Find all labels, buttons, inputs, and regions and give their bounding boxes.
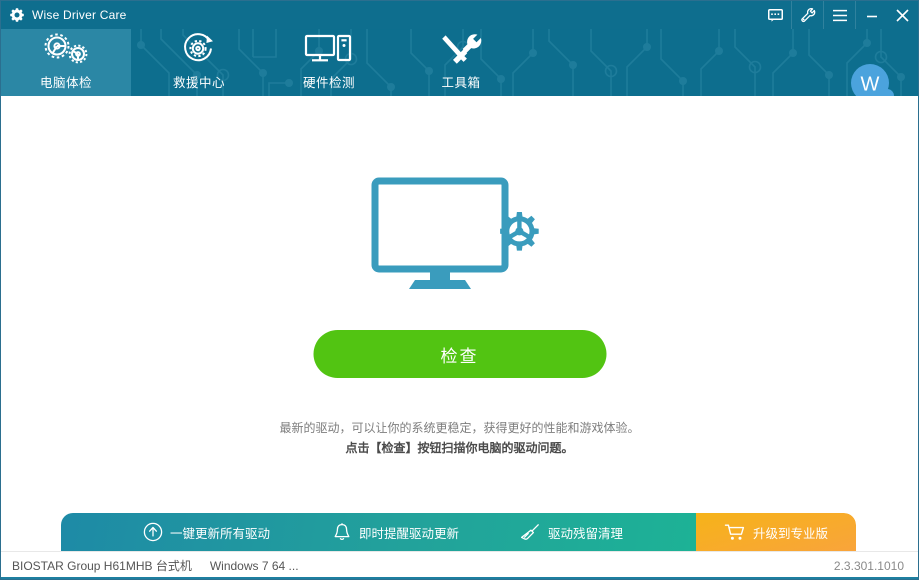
action-bar: 一键更新所有驱动 即时提醒驱动更新 驱动残留清理 升级到专业版 [61,513,856,551]
upgrade-label: 升级到专业版 [752,526,828,541]
minimize-button[interactable] [856,1,887,29]
action-label: 驱动残留清理 [548,526,624,541]
sidebar-item-label: 救援中心 [172,76,225,90]
broom-icon [519,522,541,542]
driver-update-reminder-button[interactable]: 即时提醒驱动更新 [328,513,463,551]
action-label: 一键更新所有驱动 [170,526,271,541]
message-bubble-icon [768,8,783,22]
hamburger-menu-icon [832,9,848,22]
description-line-1: 最新的驱动，可以让你的系统更稳定，获得更好的性能和游戏体验。 [279,421,640,435]
minimize-icon [865,9,879,21]
scan-button[interactable]: 检查 [313,330,606,378]
bell-icon [332,522,352,542]
header-navigation-bar: 电脑体检 救援中心 硬件检测 工具箱 W [1,29,918,96]
close-button[interactable] [887,1,918,29]
sidebar-item-pc-checkup[interactable]: 电脑体检 [1,29,131,96]
wise-driver-care-window: Wise Driver Care 电脑体检 救援中心 硬件检测 工具箱 W 检查… [0,0,919,580]
status-operating-system: Windows 7 64 ... [209,558,299,573]
shopping-cart-icon [724,522,746,542]
window-title: Wise Driver Care [32,8,127,22]
sidebar-item-hardware-detect[interactable]: 硬件检测 [264,29,394,96]
user-avatar[interactable]: W [851,64,895,96]
sidebar-item-label: 工具箱 [441,76,481,90]
sidebar-item-toolbox[interactable]: 工具箱 [396,29,526,96]
menu-button[interactable] [824,1,855,29]
action-bar-left: 一键更新所有驱动 即时提醒驱动更新 驱动残留清理 [61,513,696,551]
gear-restore-icon [177,33,221,66]
svg-text:W: W [861,74,880,96]
window-bottom-edge [1,577,918,579]
status-machine-model: BIOSTAR Group H61MHB 台式机 [12,559,192,573]
title-bar-left: Wise Driver Care [1,7,127,23]
driver-residue-cleanup-button[interactable]: 驱动残留清理 [515,513,627,551]
main-content: 检查 最新的驱动，可以让你的系统更稳定，获得更好的性能和游戏体验。 点击【检查】… [1,96,918,506]
settings-button[interactable] [792,1,823,29]
up-arrow-circle-icon [143,522,163,542]
title-bar: Wise Driver Care [1,1,918,29]
sidebar-item-label: 电脑体检 [39,76,92,90]
update-all-drivers-button[interactable]: 一键更新所有驱动 [139,513,274,551]
status-version: 2.3.301.1010 [833,558,904,573]
sidebar-item-label: 硬件检测 [302,76,355,90]
close-icon [895,8,910,23]
wrench-screwdriver-icon [438,34,484,66]
monitor-gear-icon [370,176,550,301]
upgrade-to-pro-button[interactable]: 升级到专业版 [696,513,856,551]
wrench-icon [800,7,816,23]
description-line-2: 点击【检查】按钮扫描你电脑的驱动问题。 [345,441,574,455]
primary-nav: 电脑体检 救援中心 硬件检测 工具箱 [1,29,526,96]
gear-icon [9,7,25,23]
action-label: 即时提醒驱动更新 [359,526,460,541]
feedback-button[interactable] [760,1,791,29]
status-bar: BIOSTAR Group H61MHB 台式机 Windows 7 64 ..… [1,551,918,579]
sidebar-item-rescue-center[interactable]: 救援中心 [134,29,264,96]
two-gears-icon [39,33,93,66]
monitor-tower-icon [303,34,355,66]
